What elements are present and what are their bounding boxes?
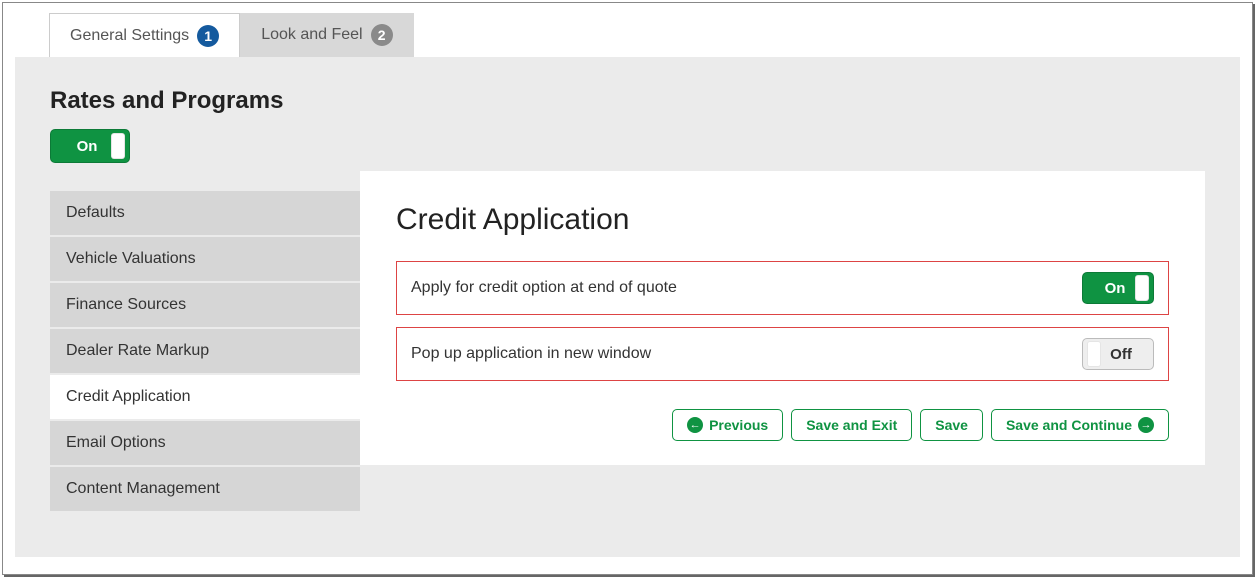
toggle-knob: [111, 133, 125, 159]
sidebar: Defaults Vehicle Valuations Finance Sour…: [50, 191, 360, 511]
setting-toggle-off[interactable]: Off: [1082, 338, 1154, 370]
sidebar-item-label: Defaults: [66, 204, 125, 221]
toggle-knob: [1087, 341, 1101, 367]
sidebar-item-label: Finance Sources: [66, 296, 186, 313]
tab-look-and-feel[interactable]: Look and Feel 2: [240, 13, 413, 57]
panel-title: Credit Application: [396, 203, 1169, 237]
setting-label: Pop up application in new window: [411, 345, 651, 363]
toggle-label: On: [63, 138, 111, 155]
sidebar-item-credit-application[interactable]: Credit Application: [50, 375, 360, 419]
setting-apply-credit: Apply for credit option at end of quote …: [396, 261, 1169, 315]
setting-popup-window: Pop up application in new window Off: [396, 327, 1169, 381]
save-exit-button[interactable]: Save and Exit: [791, 409, 912, 441]
tab-general-settings[interactable]: General Settings 1: [49, 13, 240, 57]
button-row: ← Previous Save and Exit Save Save and C…: [396, 409, 1169, 441]
sidebar-item-email-options[interactable]: Email Options: [50, 421, 360, 465]
toggle-label: On: [1095, 280, 1135, 297]
tab-label: General Settings: [70, 27, 189, 45]
setting-label: Apply for credit option at end of quote: [411, 279, 677, 297]
setting-toggle-on[interactable]: On: [1082, 272, 1154, 304]
arrow-right-icon: →: [1138, 417, 1154, 433]
section-toggle[interactable]: On: [50, 129, 130, 163]
save-continue-button[interactable]: Save and Continue →: [991, 409, 1169, 441]
sidebar-item-vehicle-valuations[interactable]: Vehicle Valuations: [50, 237, 360, 281]
sidebar-item-dealer-rate-markup[interactable]: Dealer Rate Markup: [50, 329, 360, 373]
sidebar-item-label: Dealer Rate Markup: [66, 342, 209, 359]
sidebar-item-label: Email Options: [66, 434, 166, 451]
sidebar-item-defaults[interactable]: Defaults: [50, 191, 360, 235]
sidebar-item-label: Content Management: [66, 480, 220, 497]
tab-bar: General Settings 1 Look and Feel 2: [49, 13, 1252, 57]
content-area: Rates and Programs On Defaults Vehicle V…: [15, 57, 1240, 557]
toggle-label: Off: [1101, 346, 1141, 363]
sidebar-item-label: Credit Application: [66, 388, 191, 405]
sidebar-item-finance-sources[interactable]: Finance Sources: [50, 283, 360, 327]
button-label: Save and Exit: [806, 417, 897, 433]
tab-badge: 1: [197, 25, 219, 47]
toggle-knob: [1135, 275, 1149, 301]
button-label: Save and Continue: [1006, 417, 1132, 433]
app-frame: General Settings 1 Look and Feel 2 Rates…: [2, 2, 1253, 575]
tab-badge: 2: [371, 24, 393, 46]
tab-label: Look and Feel: [261, 26, 362, 44]
section-title: Rates and Programs: [50, 87, 1240, 115]
button-label: Previous: [709, 417, 768, 433]
columns: Defaults Vehicle Valuations Finance Sour…: [50, 191, 1240, 511]
arrow-left-icon: ←: [687, 417, 703, 433]
save-button[interactable]: Save: [920, 409, 983, 441]
button-label: Save: [935, 417, 968, 433]
main-panel: Credit Application Apply for credit opti…: [360, 171, 1205, 465]
previous-button[interactable]: ← Previous: [672, 409, 783, 441]
sidebar-item-content-management[interactable]: Content Management: [50, 467, 360, 511]
sidebar-item-label: Vehicle Valuations: [66, 250, 196, 267]
